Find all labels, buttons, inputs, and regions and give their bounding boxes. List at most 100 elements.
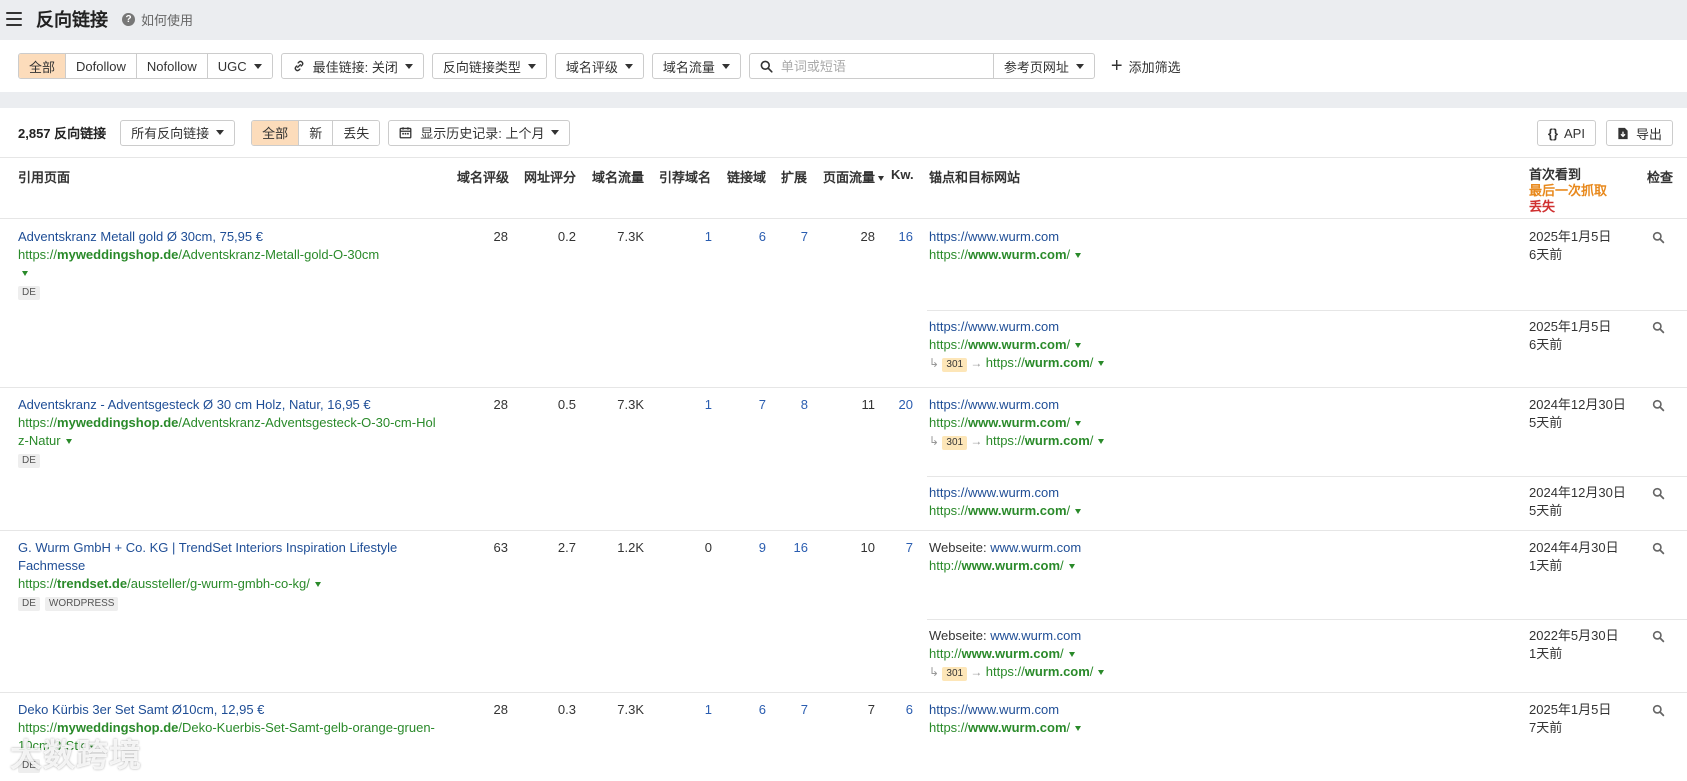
menu-icon[interactable] [6, 12, 22, 26]
domain-traffic-dropdown[interactable]: 域名流量 [651, 53, 741, 79]
col-kw[interactable]: Kw. [891, 167, 914, 182]
ref-page-url[interactable]: https://myweddingshop.de/Adventskranz-Me… [18, 247, 379, 262]
inspect-button[interactable] [1652, 321, 1665, 339]
tab-status-new[interactable]: 新 [299, 120, 334, 145]
chevron-down-icon[interactable] [1068, 652, 1075, 658]
inspect-button[interactable] [1652, 542, 1665, 560]
chevron-down-icon[interactable] [1075, 343, 1082, 349]
ext-value[interactable]: 16 [766, 539, 808, 557]
col-ext[interactable]: 扩展 [781, 167, 807, 186]
chevron-down-icon[interactable] [314, 582, 321, 588]
col-linked-domains[interactable]: 链接域 [727, 167, 766, 186]
inspect-button[interactable] [1652, 704, 1665, 722]
col-ref-domains[interactable]: 引荐域名 [659, 167, 711, 186]
dr-dropdown[interactable]: 域名评级 [554, 53, 644, 79]
inspect-button[interactable] [1652, 399, 1665, 417]
anchor-text[interactable]: https://www.wurm.com [929, 229, 1059, 244]
first-seen-date: 2025年1月5日 [1529, 702, 1612, 717]
col-page-traffic[interactable]: 页面流量 [823, 167, 885, 186]
kw-value[interactable]: 6 [875, 701, 913, 719]
tab-status-all[interactable]: 全部 [252, 120, 300, 145]
tab-ugc[interactable]: UGC [207, 54, 272, 78]
search-scope-dropdown[interactable]: 参考页网址 [992, 53, 1095, 79]
chevron-down-icon[interactable] [1075, 421, 1082, 427]
ref-page-url[interactable]: https://trendset.de/aussteller/g-wurm-gm… [18, 576, 310, 591]
best-links-dropdown[interactable]: 最佳链接: 关闭 [280, 53, 424, 79]
chevron-down-icon[interactable] [65, 439, 72, 445]
linked-value[interactable]: 6 [712, 701, 766, 719]
ext-value[interactable]: 7 [766, 701, 808, 719]
search-input[interactable] [780, 58, 981, 74]
ref-page-title[interactable]: Adventskranz - Adventsgesteck Ø 30 cm Ho… [18, 397, 371, 412]
ref-page-title[interactable]: Deko Kürbis 3er Set Samt Ø10cm, 12,95 € [18, 702, 264, 717]
export-button[interactable]: 导出 [1605, 120, 1673, 146]
table-row: Deko Kürbis 3er Set Samt Ø10cm, 12,95 € … [0, 693, 1687, 781]
chevron-down-icon[interactable] [1098, 361, 1105, 367]
chevron-down-icon[interactable] [1075, 726, 1082, 732]
inspect-button[interactable] [1652, 487, 1665, 505]
anchor-text[interactable]: https://www.wurm.com [929, 485, 1059, 500]
chevron-down-icon[interactable] [22, 271, 28, 277]
chevron-down-icon [624, 63, 633, 69]
ref-page-title[interactable]: G. Wurm GmbH + Co. KG | TrendSet Interio… [18, 540, 397, 573]
anchor-text[interactable]: https://www.wurm.com [929, 702, 1059, 717]
anchor-text[interactable]: www.wurm.com [990, 628, 1081, 643]
tab-dofollow[interactable]: Dofollow [66, 54, 137, 78]
linked-value[interactable]: 9 [712, 539, 766, 557]
tab-status-lost[interactable]: 丢失 [333, 120, 380, 145]
target-url[interactable]: https://www.wurm.com/ [929, 415, 1070, 430]
tab-all[interactable]: 全部 [19, 54, 67, 78]
col-anchor[interactable]: 锚点和目标网站 [929, 167, 1020, 186]
ext-value[interactable]: 8 [766, 396, 808, 414]
kw-value[interactable]: 16 [875, 228, 913, 246]
search-field [748, 53, 993, 79]
col-ur[interactable]: 网址评分 [524, 167, 576, 186]
target-url[interactable]: https://www.wurm.com/ [929, 503, 1070, 518]
ext-value[interactable]: 7 [766, 228, 808, 246]
link-type-dropdown[interactable]: 反向链接类型 [431, 53, 547, 79]
help-link[interactable]: ? 如何使用 [122, 10, 193, 29]
ref-page-title[interactable]: Adventskranz Metall gold Ø 30cm, 75,95 € [18, 229, 263, 244]
url-prefix: https:// [18, 415, 58, 430]
target-url[interactable]: http://www.wurm.com/ [929, 558, 1064, 573]
anchor-text[interactable]: https://www.wurm.com [929, 397, 1059, 412]
linked-value[interactable]: 7 [712, 396, 766, 414]
col-ref-page[interactable]: 引用页面 [18, 167, 70, 186]
target-url[interactable]: http://www.wurm.com/ [929, 646, 1064, 661]
col-first-seen-label: 首次看到 [1529, 167, 1582, 182]
ref-domains-value[interactable]: 1 [644, 396, 712, 414]
redirect-domain: wurm.com [1024, 664, 1090, 679]
linked-value[interactable]: 6 [712, 228, 766, 246]
api-button[interactable]: {} API [1536, 120, 1596, 146]
traffic-value: 7.3K [617, 229, 644, 244]
export-icon [1618, 127, 1628, 139]
target-domain: www.wurm.com [968, 337, 1067, 352]
target-url[interactable]: https://www.wurm.com/ [929, 337, 1070, 352]
chevron-down-icon[interactable] [1075, 253, 1082, 259]
ref-page-url[interactable]: https://myweddingshop.de/Adventskranz-Ad… [18, 415, 436, 448]
col-first-seen[interactable]: 首次看到 最后一次抓取 丢失 [1529, 167, 1607, 215]
ref-domains-value[interactable]: 1 [644, 228, 712, 246]
chevron-down-icon[interactable] [1068, 564, 1075, 570]
history-dropdown[interactable]: 显示历史记录: 上个月 [388, 119, 571, 146]
anchor-text[interactable]: www.wurm.com [990, 540, 1081, 555]
ref-domains-value[interactable]: 1 [644, 701, 712, 719]
col-dr[interactable]: 域名评级 [457, 167, 509, 186]
redirect-url[interactable]: https://wurm.com/ [986, 433, 1094, 448]
all-backlinks-dropdown[interactable]: 所有反向链接 [120, 119, 236, 146]
kw-value[interactable]: 7 [875, 539, 913, 557]
inspect-button[interactable] [1652, 231, 1665, 249]
chevron-down-icon[interactable] [1098, 439, 1105, 445]
target-url[interactable]: https://www.wurm.com/ [929, 720, 1070, 735]
add-filter-button[interactable]: + 添加筛选 [1111, 56, 1181, 76]
redirect-url[interactable]: https://wurm.com/ [986, 664, 1094, 679]
redirect-url[interactable]: https://wurm.com/ [986, 355, 1094, 370]
kw-value[interactable]: 20 [875, 396, 913, 414]
chevron-down-icon[interactable] [1075, 509, 1082, 515]
inspect-button[interactable] [1652, 630, 1665, 648]
target-url[interactable]: https://www.wurm.com/ [929, 247, 1070, 262]
tab-nofollow[interactable]: Nofollow [136, 54, 208, 78]
chevron-down-icon[interactable] [1098, 670, 1105, 676]
col-domain-traffic[interactable]: 域名流量 [592, 167, 644, 186]
anchor-text[interactable]: https://www.wurm.com [929, 319, 1059, 334]
